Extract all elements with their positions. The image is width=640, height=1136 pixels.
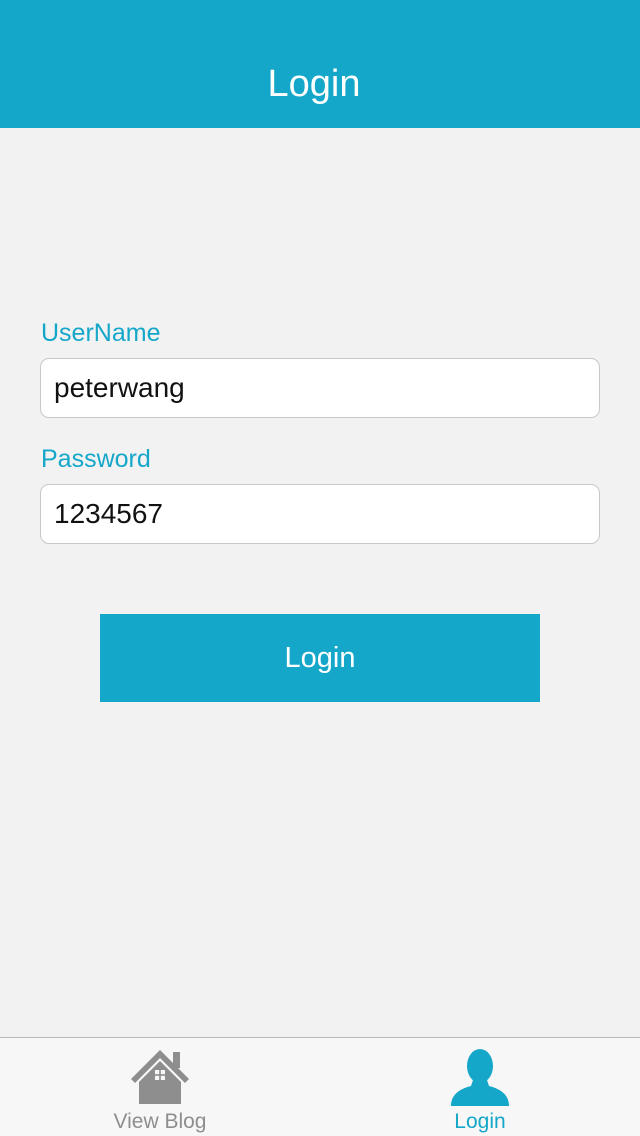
- navigation-bar: Login: [0, 0, 640, 128]
- tab-bar: View Blog Login: [0, 1037, 640, 1136]
- login-button[interactable]: Login: [100, 614, 540, 702]
- person-icon: [451, 1049, 509, 1106]
- password-label: Password: [41, 445, 151, 473]
- username-label: UserName: [41, 319, 161, 347]
- page-title: Login: [267, 63, 361, 105]
- house-icon: [131, 1050, 189, 1104]
- username-input[interactable]: [40, 358, 600, 418]
- tab-view-blog[interactable]: View Blog: [0, 1038, 320, 1136]
- tab-label-login: Login: [454, 1110, 506, 1133]
- tab-login[interactable]: Login: [320, 1038, 640, 1136]
- tab-label-view-blog: View Blog: [113, 1110, 207, 1133]
- password-input[interactable]: [40, 484, 600, 544]
